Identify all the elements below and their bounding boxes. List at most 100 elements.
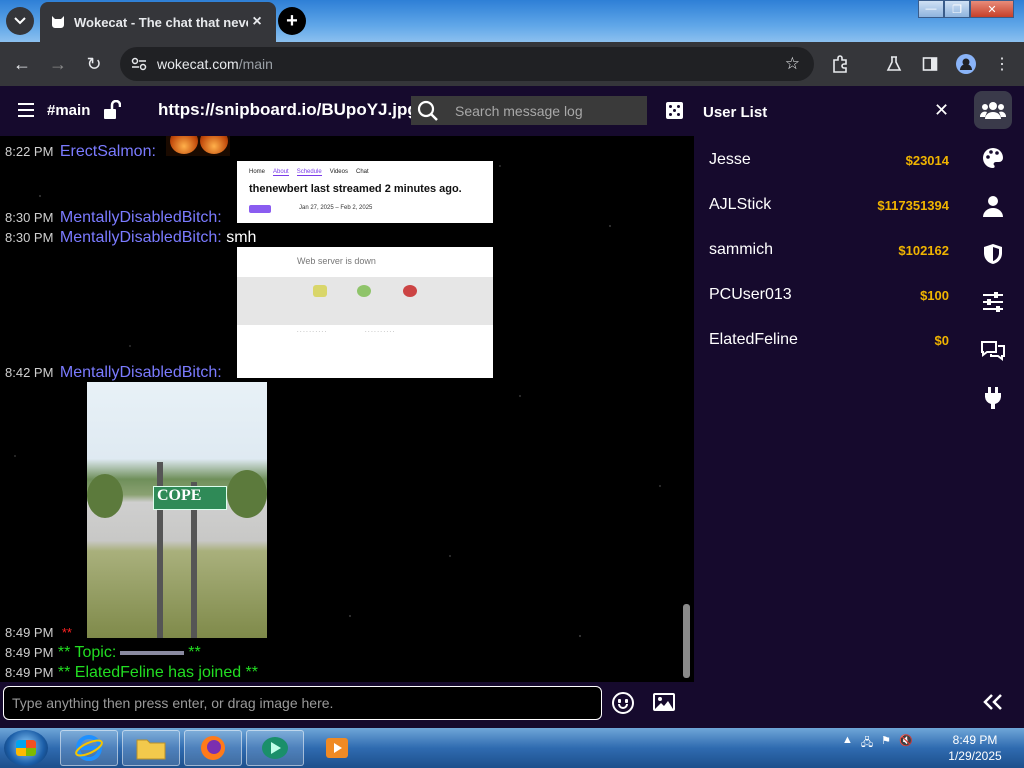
users-icon[interactable] — [974, 91, 1012, 129]
firefox-icon[interactable] — [184, 730, 242, 766]
message-nick[interactable]: MentallyDisabledBitch: — [60, 229, 222, 246]
message-text: ** ElatedFeline has joined ** — [57, 664, 259, 681]
maximize-button[interactable]: ❐ — [944, 0, 970, 18]
chat-message: 8:49 PM ** Topic: ** — [5, 644, 201, 662]
palette-icon[interactable] — [974, 139, 1012, 177]
user-row[interactable]: AJLStick $117351394 — [709, 193, 949, 217]
user-name: ElatedFeline — [709, 331, 798, 348]
browser-node-icon — [313, 285, 327, 297]
chevron-down-icon — [14, 17, 26, 25]
street-sign-photo[interactable]: COPE — [87, 382, 267, 638]
message-time: 8:30 PM — [5, 210, 54, 225]
user-name: PCUser013 — [709, 286, 792, 303]
embed-button — [249, 205, 271, 213]
windows-taskbar: ▲ 🖧 ⚑ 🔇 8:49 PM 1/29/2025 — [0, 728, 1024, 768]
chat-message: 8:49 PM ** — [5, 624, 72, 642]
start-button[interactable] — [4, 730, 48, 766]
window-close-button[interactable]: ✕ — [970, 0, 1014, 18]
file-explorer-icon[interactable] — [122, 730, 180, 766]
clock-date: 1/29/2025 — [948, 749, 1002, 763]
address-bar[interactable]: wokecat.com/main ☆ — [120, 47, 814, 81]
new-tab-button[interactable]: + — [278, 7, 306, 35]
user-name: Jesse — [709, 151, 751, 168]
search-box — [411, 96, 647, 125]
message-time: 8:30 PM — [5, 230, 54, 245]
user-row[interactable]: sammich $102162 — [709, 238, 949, 262]
site-settings-icon[interactable] — [131, 57, 147, 71]
labs-flask-icon[interactable] — [884, 54, 904, 74]
emoji-icon[interactable] — [612, 692, 634, 714]
embed-nav: Home About Schedule Videos Chat — [249, 169, 369, 176]
action-center-flag-icon[interactable]: ⚑ — [881, 734, 891, 753]
message-nick[interactable]: ErectSalmon: — [60, 143, 156, 160]
network-icon[interactable]: 🖧 — [861, 734, 873, 753]
clock-time: 8:49 PM — [952, 733, 998, 747]
web-server-down-image[interactable]: Web server is down · · · · · · · · · · ·… — [237, 247, 493, 378]
dice-icon[interactable] — [666, 102, 683, 119]
tab-close-icon[interactable]: × — [248, 13, 266, 31]
internet-explorer-icon[interactable] — [60, 730, 118, 766]
tab-title: Wokecat - The chat that never — [74, 14, 248, 30]
message-text: ** — [188, 644, 201, 661]
media-player-icon[interactable] — [246, 730, 304, 766]
topic-link[interactable]: https://snipboard.io/BUpoYJ.jpg — [158, 100, 418, 120]
message-time: 8:22 PM — [5, 144, 54, 159]
user-balance: $102162 — [898, 242, 949, 258]
message-nick[interactable]: MentallyDisabledBitch: — [60, 364, 222, 381]
image-thumbnail[interactable] — [166, 136, 230, 156]
user-icon[interactable] — [974, 187, 1012, 225]
plug-icon[interactable] — [974, 379, 1012, 417]
volume-muted-icon[interactable]: 🔇 — [899, 734, 913, 753]
hamburger-menu-icon[interactable] — [18, 103, 34, 117]
forward-button[interactable]: → — [46, 52, 70, 76]
minimize-button[interactable]: — — [918, 0, 944, 18]
chat-message: 8:30 PM MentallyDisabledBitch: smh — [5, 229, 256, 247]
image-upload-icon[interactable] — [653, 693, 675, 711]
sliders-icon[interactable] — [974, 283, 1012, 321]
side-panel-icon[interactable] — [920, 54, 940, 74]
search-input[interactable] — [453, 101, 633, 120]
user-row[interactable]: Jesse $23014 — [709, 148, 949, 172]
chat-log[interactable]: 8:22 PM ErectSalmon: Home About Schedule Vi… — [0, 136, 694, 682]
message-time: 8:49 PM — [5, 665, 54, 680]
extensions-icon[interactable] — [830, 54, 850, 74]
server-error-icon — [403, 285, 417, 297]
tray-expand-icon[interactable]: ▲ — [842, 734, 853, 753]
search-icon — [417, 100, 438, 121]
user-row[interactable]: PCUser013 $100 — [709, 283, 949, 307]
chat-bubbles-icon[interactable] — [974, 331, 1012, 369]
message-nick[interactable]: MentallyDisabledBitch: — [60, 209, 222, 226]
shield-icon[interactable] — [974, 235, 1012, 273]
tab-search-button[interactable] — [6, 7, 34, 35]
back-button[interactable]: ← — [10, 52, 34, 76]
close-icon[interactable]: ✕ — [934, 100, 949, 121]
video-app-icon[interactable] — [308, 730, 366, 766]
user-row[interactable]: ElatedFeline $0 — [709, 328, 949, 352]
profile-avatar-icon[interactable] — [956, 54, 976, 74]
reload-button[interactable]: ↻ — [82, 52, 106, 76]
user-balance: $100 — [920, 287, 949, 303]
embed-footer: · · · · · · · · · · — [365, 329, 395, 335]
message-time: 8:49 PM — [5, 625, 54, 640]
chat-scrollbar[interactable] — [683, 604, 690, 678]
tree — [87, 474, 123, 518]
unlocked-lock-icon[interactable] — [103, 100, 121, 120]
browser-menu-icon[interactable]: ⋮ — [992, 54, 1012, 74]
message-time: 8:49 PM — [5, 645, 54, 660]
browser-tab[interactable]: Wokecat - The chat that never × — [40, 2, 276, 42]
user-list-panel: User List ✕ Jesse $23014 AJLStick $11735… — [694, 86, 966, 728]
stream-schedule-image[interactable]: Home About Schedule Videos Chat thenewbert l… — [237, 161, 493, 223]
channel-name[interactable]: #main — [47, 102, 90, 119]
chat-message: 8:42 PM MentallyDisabledBitch: — [5, 364, 222, 382]
composer-bar — [0, 682, 694, 728]
chat-message: 8:30 PM MentallyDisabledBitch: — [5, 209, 222, 227]
bookmark-star-icon[interactable]: ☆ — [785, 54, 800, 74]
collapse-icon[interactable] — [974, 683, 1012, 721]
embed-footer: · · · · · · · · · · — [297, 329, 327, 335]
taskbar-clock[interactable]: 8:49 PM 1/29/2025 — [940, 732, 1010, 764]
user-name: AJLStick — [709, 196, 772, 213]
message-input[interactable] — [3, 686, 602, 720]
url-text: wokecat.com/main — [157, 56, 273, 72]
embed-headline: thenewbert last streamed 2 minutes ago. — [249, 183, 462, 195]
chat-message: 8:49 PM ** ElatedFeline has joined ** — [5, 664, 258, 682]
